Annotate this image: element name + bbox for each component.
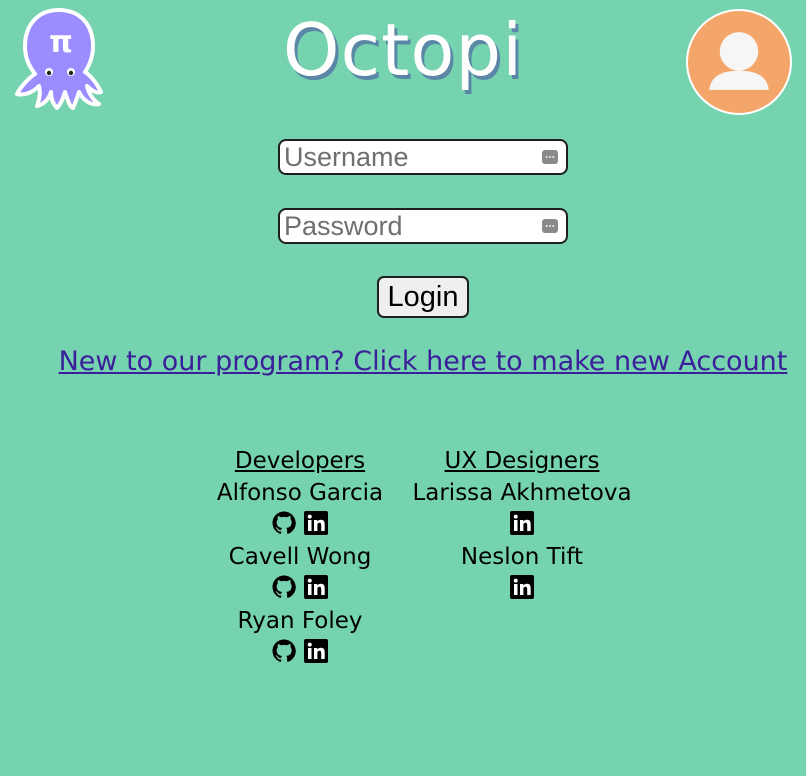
linkedin-icon[interactable]: [304, 511, 328, 535]
team-member: Neslon Tift: [402, 542, 642, 602]
team-heading: Developers: [234, 448, 366, 474]
team-member: Larissa Akhmetova: [402, 478, 642, 538]
github-icon[interactable]: [272, 639, 296, 663]
ux-designers-team: UX Designers Larissa Akhmetova Neslon Ti…: [402, 444, 642, 606]
password-input[interactable]: [278, 208, 568, 244]
linkedin-icon[interactable]: [304, 639, 328, 663]
team-member: Cavell Wong: [200, 542, 400, 602]
app-title: Octopi: [282, 8, 524, 92]
linkedin-icon[interactable]: [510, 511, 534, 535]
autofill-key-icon[interactable]: [542, 150, 558, 164]
team-member: Ryan Foley: [200, 606, 400, 666]
member-name: Ryan Foley: [237, 608, 363, 634]
team-heading: UX Designers: [444, 448, 600, 474]
developers-team: Developers Alfonso Garcia Cavell Wong Ry…: [200, 444, 400, 670]
linkedin-icon[interactable]: [510, 575, 534, 599]
login-button[interactable]: Login: [377, 276, 469, 318]
member-name: Alfonso Garcia: [216, 480, 384, 506]
member-name: Larissa Akhmetova: [412, 480, 632, 506]
username-input[interactable]: [278, 139, 568, 175]
member-name: Neslon Tift: [460, 544, 584, 570]
user-avatar-icon[interactable]: [686, 9, 792, 115]
create-account-link[interactable]: New to our program? Click here to make n…: [0, 346, 806, 377]
github-icon[interactable]: [272, 511, 296, 535]
linkedin-icon[interactable]: [304, 575, 328, 599]
github-icon[interactable]: [272, 575, 296, 599]
autofill-key-icon[interactable]: [542, 219, 558, 233]
member-name: Cavell Wong: [228, 544, 372, 570]
team-member: Alfonso Garcia: [200, 478, 400, 538]
